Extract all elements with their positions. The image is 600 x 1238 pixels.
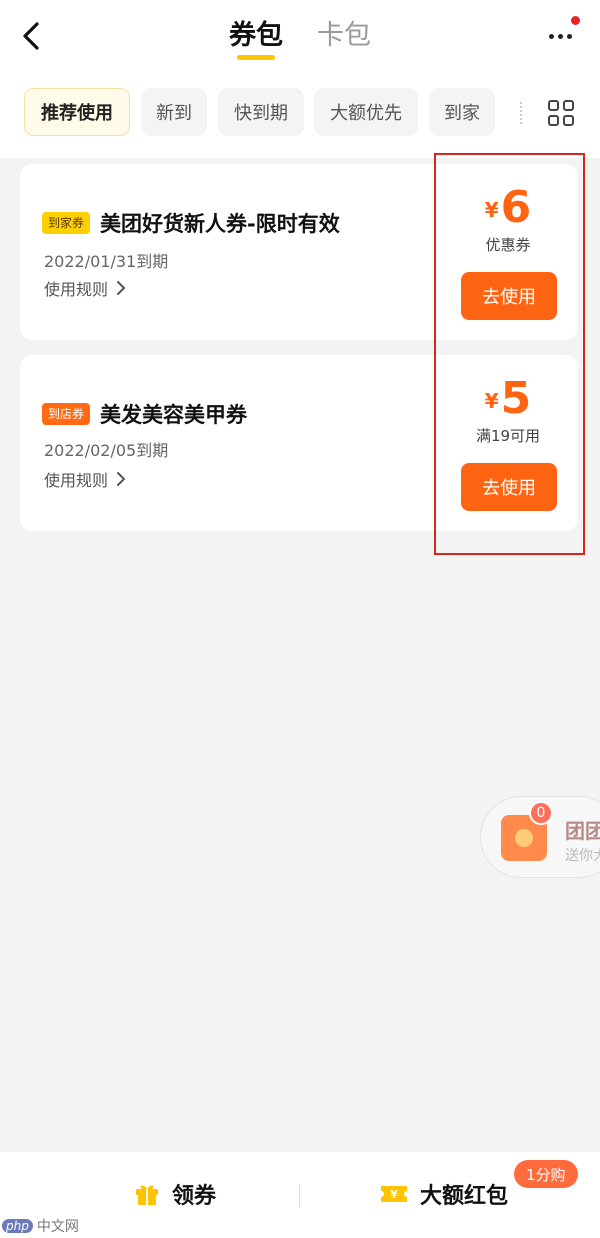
filter-chip-new[interactable]: 新到 <box>141 88 207 136</box>
grid-cell <box>563 115 574 126</box>
bottom-divider <box>299 1184 300 1208</box>
coupon-rules-link[interactable]: 使用规则 <box>44 467 126 491</box>
filter-chip-recommended[interactable]: 推荐使用 <box>24 88 130 136</box>
coupon-title-row: 到家券 美团好货新人券-限时有效 <box>42 208 340 238</box>
watermark: php 中文网 <box>2 1216 79 1236</box>
filter-divider <box>520 102 522 124</box>
highlight-annotation-box <box>434 153 585 555</box>
top-tabs: 券包 卡包 <box>0 14 600 64</box>
coupon-expire: 2022/01/31到期 <box>44 252 169 271</box>
filter-bar: 推荐使用 新到 快到期 大额优先 到家 <box>0 74 600 158</box>
coupon-rules-link[interactable]: 使用规则 <box>44 276 126 300</box>
tab-label: 券包 <box>229 20 283 51</box>
chevron-right-icon <box>117 472 126 486</box>
get-coupons-label: 领券 <box>172 1184 217 1209</box>
tab-label: 卡包 <box>317 20 371 51</box>
more-button[interactable] <box>542 16 580 48</box>
tab-active-indicator <box>237 55 275 60</box>
tab-card-pack[interactable]: 卡包 <box>315 14 373 62</box>
promo-title: 团团 <box>565 819 600 843</box>
filter-chip-large-amount[interactable]: 大额优先 <box>314 88 418 136</box>
watermark-text: 中文网 <box>36 1219 79 1235</box>
grid-icon[interactable] <box>546 98 576 128</box>
grid-cell <box>563 100 574 111</box>
filter-chip-home[interactable]: 到家 <box>429 88 495 136</box>
svg-text:¥: ¥ <box>390 1188 398 1201</box>
rules-label: 使用规则 <box>44 471 109 490</box>
chevron-right-icon <box>117 281 126 295</box>
get-coupons-button[interactable]: 领券 <box>134 1174 216 1214</box>
notification-dot <box>571 16 580 25</box>
promo-count-badge: 0 <box>529 801 553 825</box>
more-dot <box>557 33 563 39</box>
coupon-title-row: 到店券 美发美容美甲券 <box>42 399 247 429</box>
coupon-tag: 到店券 <box>42 403 91 425</box>
ticket-icon: ¥ <box>381 1186 407 1202</box>
rules-label: 使用规则 <box>44 280 109 299</box>
more-dots-icon <box>548 33 554 39</box>
grid-cell <box>548 115 559 126</box>
coupon-tag: 到家券 <box>42 212 91 234</box>
more-dot <box>566 33 572 39</box>
big-red-packet-button[interactable]: ¥ 大额红包 <box>380 1174 508 1214</box>
gift-icon <box>136 1185 158 1205</box>
grid-cell <box>548 100 559 111</box>
floating-promo-widget[interactable]: 0 团团 送你大 <box>480 796 600 878</box>
promo-subtitle: 送你大 <box>565 848 600 864</box>
coupon-title: 美团好货新人券-限时有效 <box>100 212 340 236</box>
bottom-bar: 领券 ¥ 大额红包 1分购 <box>0 1152 600 1238</box>
header: 券包 卡包 <box>0 0 600 74</box>
one-cent-badge: 1分购 <box>514 1160 578 1188</box>
filter-chip-expiring[interactable]: 快到期 <box>218 88 304 136</box>
coupon-title: 美发美容美甲券 <box>100 403 248 427</box>
tab-coupon-pack[interactable]: 券包 <box>227 14 285 62</box>
watermark-logo: php <box>2 1219 33 1233</box>
coupon-expire: 2022/02/05到期 <box>44 441 169 460</box>
big-red-packet-label: 大额红包 <box>420 1184 509 1209</box>
